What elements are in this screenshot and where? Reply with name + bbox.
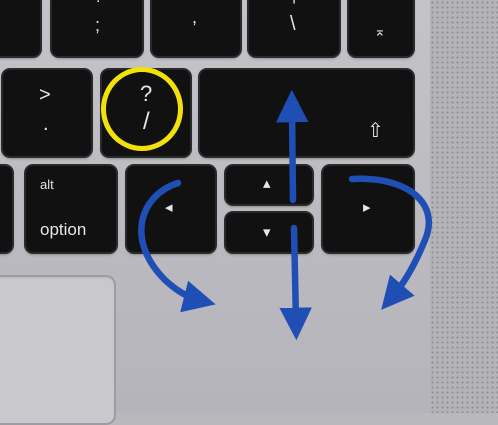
arrow-down-annotation bbox=[279, 224, 312, 341]
arrow-right-curve-annotation bbox=[348, 175, 433, 310]
direction-arrows bbox=[138, 89, 433, 341]
arrow-left-curve-annotation bbox=[138, 179, 216, 313]
arrow-up-annotation bbox=[275, 89, 309, 204]
